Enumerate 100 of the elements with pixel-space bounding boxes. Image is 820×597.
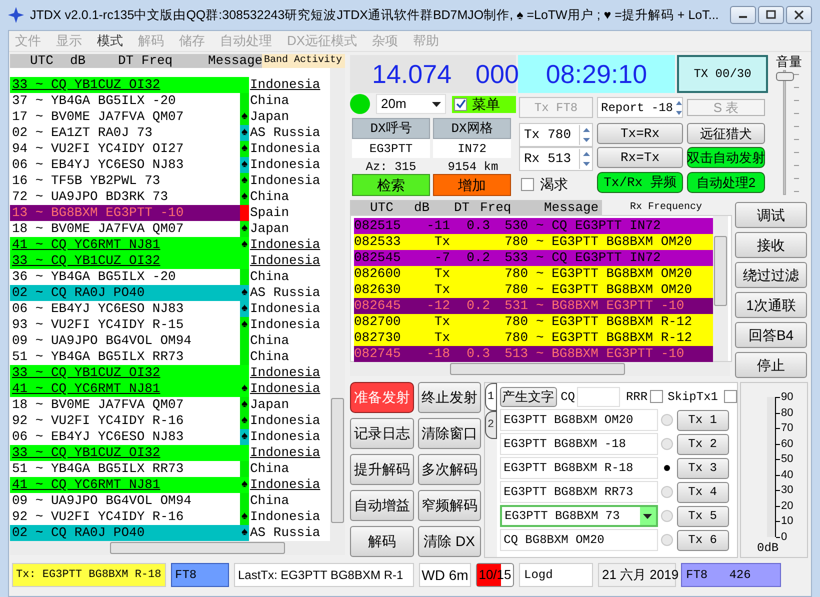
tab[interactable]: 2: [485, 411, 497, 439]
table-cell-text: 082700: [354, 314, 402, 330]
table-cell-text: ~ BG8BXM EG3PTT -10: [535, 346, 684, 362]
rrr-checkbox[interactable]: [650, 390, 663, 403]
spin-field[interactable]: Rx 513: [519, 147, 593, 171]
scrollbar[interactable]: [10, 541, 345, 555]
menu-checkbox[interactable]: [454, 98, 467, 110]
menu-item[interactable]: 模式: [97, 31, 123, 51]
side-button[interactable]: 绕过过滤: [735, 262, 807, 288]
side-button[interactable]: 1次通联: [735, 292, 807, 318]
radio-button[interactable]: [660, 438, 673, 450]
action-button[interactable]: 清除 DX: [418, 526, 481, 557]
side-button[interactable]: 回答B4: [735, 322, 807, 348]
message-combo[interactable]: EG3PTT BG8BXM 73: [500, 505, 658, 527]
tx-button[interactable]: Tx 5: [676, 506, 729, 526]
scrollbar[interactable]: [330, 68, 345, 541]
table-cell-text: 530: [504, 218, 529, 234]
table-cell-text: 082515: [354, 218, 402, 234]
report-field[interactable]: Report -18: [597, 97, 683, 118]
radio-button[interactable]: [660, 534, 673, 546]
message-field[interactable]: EG3PTT BG8BXM -18: [500, 433, 658, 455]
action-button[interactable]: 自动增益: [350, 490, 414, 521]
table-cell-text: 531: [504, 298, 529, 314]
country-cell: Indonesia: [249, 173, 320, 189]
control-button[interactable]: 自动处理2: [687, 172, 765, 193]
close-button[interactable]: [786, 6, 812, 24]
action-button[interactable]: 解码: [350, 526, 414, 557]
want-checkbox[interactable]: [521, 178, 534, 190]
table-cell-text: -11: [426, 218, 451, 234]
table-cell-text: 513: [504, 346, 529, 362]
table-cell-text: -7: [433, 250, 451, 266]
table-cell-text: Tx: [433, 266, 451, 282]
country-cell: Indonesia: [249, 429, 320, 445]
control-button[interactable]: Rx=Tx: [597, 147, 683, 168]
action-button[interactable]: 窄频解码: [418, 490, 481, 521]
message-field[interactable]: CQ BG8BXM OM20: [500, 529, 658, 551]
radio-button[interactable]: [660, 486, 673, 498]
tx-button[interactable]: Tx 4: [676, 482, 729, 502]
dx-grid-field[interactable]: IN72: [433, 139, 511, 158]
table-cell-text: ~ EG3PTT BG8BXM R-12: [535, 314, 692, 330]
cq-field[interactable]: [576, 386, 620, 406]
tx-button[interactable]: Tx 3: [676, 458, 729, 478]
message-field[interactable]: EG3PTT BG8BXM R-18: [500, 457, 658, 479]
generate-button[interactable]: 产生文字: [500, 386, 557, 406]
tx-button[interactable]: Tx 6: [676, 530, 729, 550]
table-cell-text: Tx: [433, 330, 451, 346]
column-header: Message: [207, 54, 262, 68]
status-log: Logd: [519, 563, 593, 587]
minimize-button[interactable]: [730, 6, 756, 24]
tab[interactable]: 1: [485, 383, 497, 411]
radio-button[interactable]: [660, 414, 673, 426]
slider-thumb[interactable]: [776, 72, 794, 82]
country-cell: Japan: [249, 397, 290, 413]
table-cell-text: 082745: [354, 346, 402, 362]
scale-label: 50: [776, 454, 794, 465]
table-cell-text: 533: [504, 250, 529, 266]
status-wd: WD 6m: [419, 563, 471, 587]
radio-button[interactable]: [660, 510, 673, 522]
field-label: CQ: [560, 388, 575, 406]
lookup-button[interactable]: 检索: [352, 174, 430, 196]
action-button[interactable]: 提升解码: [350, 454, 414, 485]
table-cell-text: 780: [504, 314, 529, 330]
scrollbar[interactable]: [713, 216, 728, 361]
dx-call-field[interactable]: EG3PTT: [352, 139, 430, 158]
table-cell-text: ~ EG3PTT BG8BXM OM20: [535, 266, 692, 282]
action-button[interactable]: 终止发射: [418, 382, 481, 413]
country-cell: Spain: [249, 205, 290, 221]
message-field[interactable]: EG3PTT BG8BXM RR73: [500, 481, 658, 503]
message-cell: 33 ~ CQ YB1CUZ OI32: [10, 77, 240, 93]
action-button[interactable]: 多次解码: [418, 454, 481, 485]
status-marker: ♠: [240, 413, 249, 429]
country-cell: China: [249, 269, 290, 285]
control-button[interactable]: Tx=Rx: [597, 123, 683, 144]
control-button[interactable]: 远征猎犬: [687, 123, 765, 144]
control-button[interactable]: Tx/Rx 异频: [597, 172, 683, 193]
spin-field[interactable]: Tx 780: [519, 123, 593, 147]
tx-button[interactable]: Tx 1: [676, 410, 729, 430]
close-icon: [793, 10, 805, 20]
status-marker: ♠: [240, 109, 249, 125]
country-cell: China: [249, 461, 290, 477]
side-button[interactable]: 接收: [735, 232, 807, 258]
status-marker: ♠: [240, 157, 249, 173]
action-button[interactable]: 记录日志: [350, 418, 414, 449]
add-button[interactable]: 增加: [433, 174, 511, 196]
country-cell: Indonesia: [249, 77, 320, 93]
status-mode-frequency: FT8 426: [681, 563, 781, 587]
action-button[interactable]: 清除窗口: [418, 418, 481, 449]
message-field[interactable]: EG3PTT BG8BXM OM20: [500, 409, 658, 431]
side-button[interactable]: 停止: [735, 352, 807, 378]
message-cell: 33 ~ CQ YB1CUZ OI32: [10, 365, 240, 381]
distance-text: 9154 km: [446, 159, 500, 174]
volume-slider[interactable]: [775, 70, 799, 195]
band-select[interactable]: 20m: [376, 94, 446, 114]
table-cell-text: -12: [426, 298, 451, 314]
maximize-button[interactable]: [758, 6, 784, 24]
skip-tx1-checkbox[interactable]: [724, 390, 737, 403]
side-button[interactable]: 调试: [735, 202, 807, 228]
scrollbar[interactable]: [350, 362, 730, 376]
tx-button[interactable]: Tx 2: [676, 434, 729, 454]
status-marker: ♠: [240, 525, 249, 541]
